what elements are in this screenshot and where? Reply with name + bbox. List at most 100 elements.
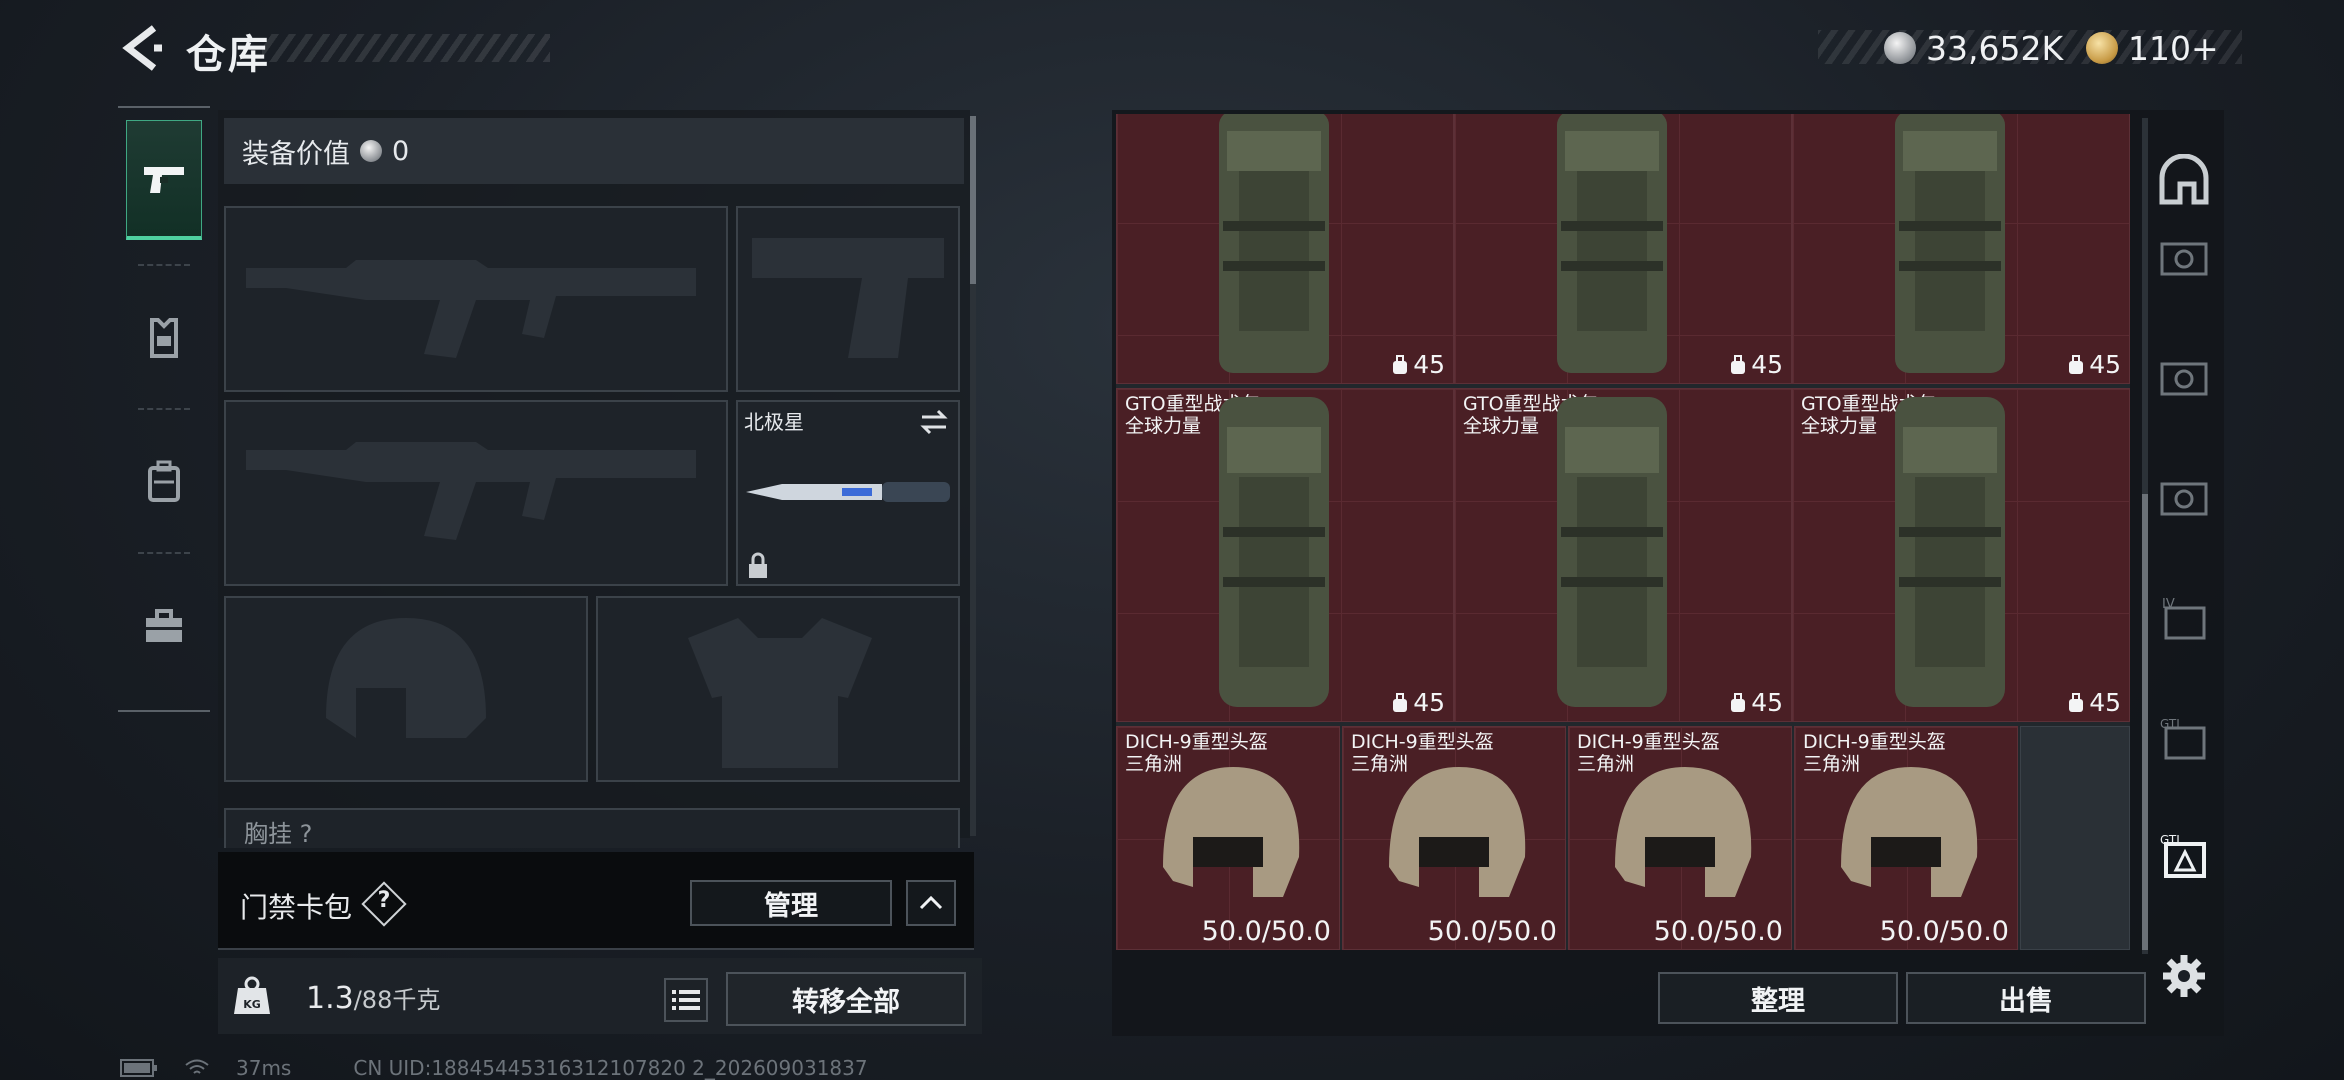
rail-gti-case-2[interactable]: GTI [2156, 828, 2212, 884]
manage-button[interactable]: 管理 [690, 880, 892, 926]
settings-button[interactable] [2156, 948, 2212, 1004]
silver-coin-icon [1884, 32, 1916, 64]
user-uid: CN UID:18845445316312107820 2_2026090318… [353, 1056, 868, 1080]
sort-button[interactable]: 整理 [1658, 972, 1898, 1024]
back-button[interactable] [118, 22, 164, 74]
rifle-silhouette-icon [246, 442, 696, 540]
item-count-value: 45 [1413, 350, 1445, 379]
equipment-value: 0 [392, 135, 410, 167]
storage-item-backpack[interactable]: 45 [1454, 114, 1792, 384]
list-view-button[interactable] [664, 978, 708, 1022]
home-bunker-icon [2159, 154, 2209, 205]
melee-slot[interactable]: 北极星 [736, 400, 960, 586]
item-count: 45 [1729, 350, 1783, 379]
capacity-icon [1731, 692, 1746, 712]
secondary-weapon-slot[interactable] [224, 400, 728, 586]
silver-currency[interactable]: 33,652K [1884, 26, 2063, 70]
category-tabs [118, 106, 210, 712]
item-count: 45 [1391, 350, 1445, 379]
rail-home-bunker[interactable] [2156, 152, 2212, 208]
sidearm-slot[interactable] [736, 206, 960, 392]
weight-kg-icon: KG [234, 976, 270, 1014]
armor-silhouette-icon [688, 618, 872, 768]
item-count: 45 [2067, 688, 2121, 717]
safe-box-icon [2160, 482, 2208, 516]
weight-readout: 1.3/88千克 [306, 980, 440, 1016]
capacity-icon [2069, 354, 2084, 374]
backpack-image [1895, 397, 2005, 707]
ping-value: 37ms [236, 1056, 292, 1080]
empty-storage-cell[interactable] [2020, 726, 2130, 950]
gti-case-icon: GTI [2160, 833, 2206, 878]
title-decoration [262, 34, 550, 62]
body-armor-slot[interactable] [596, 596, 960, 782]
capacity-icon [2069, 692, 2084, 712]
item-durability: 50.0/50.0 [1427, 916, 1557, 947]
weight-current: 1.3 [306, 981, 354, 1016]
gti-case-icon: GTI [2160, 717, 2206, 760]
swap-icon[interactable] [918, 408, 950, 436]
helmet-image [1389, 767, 1526, 897]
primary-weapon-slot[interactable] [224, 206, 728, 392]
backpack-image [1557, 397, 1667, 707]
sell-button[interactable]: 出售 [1906, 972, 2146, 1024]
rail-gti-case-1[interactable]: GTI [2156, 710, 2212, 766]
storage-item-backpack[interactable]: GTO重型战术包 全球力量 45 [1116, 388, 1454, 722]
tab-weapons[interactable] [126, 120, 202, 240]
storage-item-backpack[interactable]: GTO重型战术包 全球力量 45 [1454, 388, 1792, 722]
gold-currency[interactable]: 110+ [2086, 26, 2219, 70]
item-durability: 50.0/50.0 [1879, 916, 2009, 947]
item-count: 45 [1729, 688, 1783, 717]
storage-item-backpack[interactable]: 45 [1792, 114, 2130, 384]
gold-coin-icon [2086, 32, 2118, 64]
storage-scrollbar-thumb[interactable] [2142, 494, 2148, 950]
tab-toolbox[interactable] [126, 566, 202, 686]
storage-item-helmet[interactable]: DICH-9重型头盔 三角洲 50.0/50.0 [1794, 726, 2018, 950]
rail-safe-box-3[interactable] [2156, 470, 2212, 526]
backpack-image [1219, 114, 1329, 373]
pistol-icon [144, 166, 184, 193]
storage-item-helmet[interactable]: DICH-9重型头盔 三角洲 50.0/50.0 [1342, 726, 1566, 950]
safe-box-icon [2160, 362, 2208, 396]
helmet-image [1841, 767, 1978, 897]
helmet-image [1163, 767, 1300, 897]
storage-item-backpack[interactable]: GTO重型战术包 全球力量 45 [1792, 388, 2130, 722]
chest-rig-label: 胸挂 ? [244, 820, 313, 848]
storage-item-helmet[interactable]: DICH-9重型头盔 三角洲 50.0/50.0 [1116, 726, 1340, 950]
rail-tier-iv-case[interactable]: IV [2156, 590, 2212, 646]
system-status-bar: 37ms CN UID:18845445316312107820 2_20260… [120, 1056, 868, 1080]
tab-backpack[interactable] [126, 422, 202, 542]
expand-button[interactable] [906, 880, 956, 926]
item-count-value: 45 [1751, 688, 1783, 717]
equipment-scrollbar-thumb[interactable] [970, 116, 976, 284]
capacity-icon [1393, 354, 1408, 374]
toolbox-icon [146, 609, 182, 642]
item-count-value: 45 [2089, 688, 2121, 717]
item-count: 45 [2067, 350, 2121, 379]
storage-item-helmet[interactable]: DICH-9重型头盔 三角洲 50.0/50.0 [1568, 726, 1792, 950]
item-count-value: 45 [1751, 350, 1783, 379]
transfer-all-button[interactable]: 转移全部 [726, 972, 966, 1026]
item-count: 45 [1391, 688, 1445, 717]
storage-item-backpack[interactable]: 45 [1116, 114, 1454, 384]
helmet-slot[interactable] [224, 596, 588, 782]
wifi-icon [185, 1059, 209, 1074]
rail-safe-box-1[interactable] [2156, 230, 2212, 286]
tab-armor[interactable] [126, 278, 202, 398]
svg-text:GTI: GTI [2160, 717, 2180, 731]
svg-text:KG: KG [243, 998, 261, 1011]
armor-rig-icon [150, 318, 178, 358]
rail-safe-box-2[interactable] [2156, 350, 2212, 406]
tier-iv-case-icon: IV [2162, 597, 2206, 640]
capacity-icon [1731, 354, 1746, 374]
helmet-silhouette-icon [326, 618, 486, 738]
svg-text:GTI: GTI [2160, 833, 2180, 847]
chest-rig-section[interactable]: 胸挂 ? [224, 808, 960, 848]
capacity-icon [1393, 692, 1408, 712]
help-question-mark: ? [377, 888, 391, 913]
item-count-value: 45 [1413, 688, 1445, 717]
lock-icon [749, 552, 767, 578]
backpack-image [1895, 114, 2005, 373]
tab-divider [138, 408, 190, 410]
helmet-image [1615, 767, 1752, 897]
